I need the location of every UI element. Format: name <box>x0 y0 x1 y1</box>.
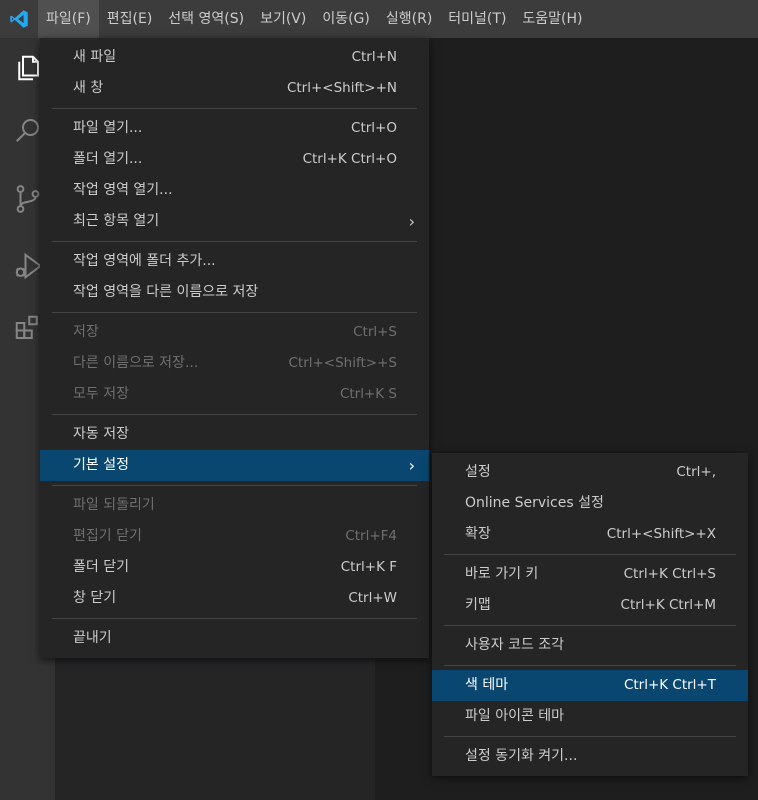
menu-item-save-workspace-as[interactable]: 작업 영역을 다른 이름으로 저장 <box>40 277 429 308</box>
menu-item-label: 최근 항목 열기 <box>73 213 160 229</box>
menu-item-label: 파일 열기... <box>73 120 143 136</box>
menu-item-label: 설정 동기화 켜기... <box>465 748 578 764</box>
menu-item-label: 바로 가기 키 <box>465 566 539 582</box>
menu-item-keymaps[interactable]: 키맵 Ctrl+K Ctrl+M <box>432 590 748 621</box>
menu-separator <box>52 618 417 619</box>
menu-bar: 파일(F) 편집(E) 선택 영역(S) 보기(V) 이동(G) 실행(R) 터… <box>38 0 591 38</box>
shortcut-label: Ctrl+<Shift>+N <box>286 80 397 96</box>
shortcut-label: Ctrl+F4 <box>345 528 397 544</box>
shortcut-label: Ctrl+O <box>351 120 397 136</box>
menu-separator <box>52 108 417 109</box>
menu-separator <box>444 625 736 626</box>
menu-item-close-window[interactable]: 창 닫기 Ctrl+W <box>40 583 429 614</box>
menu-item-open-file[interactable]: 파일 열기... Ctrl+O <box>40 113 429 144</box>
shortcut-label: Ctrl+K Ctrl+S <box>623 566 716 582</box>
menu-item-label: 폴더 닫기 <box>73 559 129 575</box>
menu-item-label: 작업 영역 열기... <box>73 182 173 198</box>
menu-item-label: 파일 아이콘 테마 <box>465 708 565 724</box>
shortcut-label: Ctrl+, <box>676 464 716 480</box>
shortcut-label: Ctrl+K S <box>339 386 397 402</box>
preferences-submenu: 설정 Ctrl+, Online Services 설정 확장 Ctrl+<Sh… <box>432 453 748 776</box>
menu-separator <box>444 554 736 555</box>
menu-item-label: 파일 되돌리기 <box>73 497 155 513</box>
menu-item-exit[interactable]: 끝내기 <box>40 623 429 654</box>
menu-item-user-snippets[interactable]: 사용자 코드 조각 <box>432 630 748 661</box>
menu-separator <box>52 485 417 486</box>
menu-item-extensions[interactable]: 확장 Ctrl+<Shift>+X <box>432 519 748 550</box>
menu-item-preferences[interactable]: 기본 설정 › <box>40 450 429 481</box>
menu-item-label: 모두 저장 <box>73 386 129 402</box>
menu-edit[interactable]: 편집(E) <box>99 0 161 38</box>
menu-item-label: 새 창 <box>73 80 104 96</box>
menu-item-label: 새 파일 <box>73 49 117 65</box>
menu-item-file-icon-theme[interactable]: 파일 아이콘 테마 <box>432 701 748 732</box>
shortcut-label: Ctrl+S <box>353 324 397 340</box>
title-bar: 파일(F) 편집(E) 선택 영역(S) 보기(V) 이동(G) 실행(R) 터… <box>0 0 758 38</box>
menu-terminal[interactable]: 터미널(T) <box>440 0 514 38</box>
menu-item-auto-save[interactable]: 자동 저장 <box>40 419 429 450</box>
menu-item-label: 창 닫기 <box>73 590 117 606</box>
menu-item-label: 키맵 <box>465 597 491 613</box>
menu-item-label: 작업 영역에 폴더 추가... <box>73 253 216 269</box>
menu-item-label: 저장 <box>73 324 99 340</box>
menu-item-settings-sync[interactable]: 설정 동기화 켜기... <box>432 741 748 772</box>
shortcut-label: Ctrl+K Ctrl+O <box>302 151 397 167</box>
shortcut-label: Ctrl+W <box>348 590 397 606</box>
menu-view[interactable]: 보기(V) <box>252 0 314 38</box>
menu-selection[interactable]: 선택 영역(S) <box>160 0 252 38</box>
menu-item-settings[interactable]: 설정 Ctrl+, <box>432 457 748 488</box>
menu-go[interactable]: 이동(G) <box>314 0 378 38</box>
menu-item-revert-file: 파일 되돌리기 <box>40 490 429 521</box>
menu-item-close-folder[interactable]: 폴더 닫기 Ctrl+K F <box>40 552 429 583</box>
file-menu: 새 파일 Ctrl+N 새 창 Ctrl+<Shift>+N 파일 열기... … <box>40 38 429 658</box>
menu-item-label: 기본 설정 <box>73 457 129 473</box>
menu-item-close-editor: 편집기 닫기 Ctrl+F4 <box>40 521 429 552</box>
menu-item-new-window[interactable]: 새 창 Ctrl+<Shift>+N <box>40 73 429 104</box>
menu-item-new-file[interactable]: 새 파일 Ctrl+N <box>40 42 429 73</box>
menu-item-label: 설정 <box>465 464 491 480</box>
menu-item-save: 저장 Ctrl+S <box>40 317 429 348</box>
menu-file[interactable]: 파일(F) <box>38 0 99 38</box>
menu-item-label: 끝내기 <box>73 630 112 646</box>
menu-help[interactable]: 도움말(H) <box>514 0 590 38</box>
menu-separator <box>52 414 417 415</box>
shortcut-label: Ctrl+K Ctrl+M <box>620 597 716 613</box>
menu-item-label: 편집기 닫기 <box>73 528 142 544</box>
menu-item-keyboard-shortcuts[interactable]: 바로 가기 키 Ctrl+K Ctrl+S <box>432 559 748 590</box>
menu-separator <box>52 312 417 313</box>
menu-item-open-workspace[interactable]: 작업 영역 열기... <box>40 175 429 206</box>
chevron-right-icon: › <box>408 212 415 231</box>
menu-separator <box>52 241 417 242</box>
shortcut-label: Ctrl+K F <box>340 559 397 575</box>
menu-item-save-as: 다른 이름으로 저장... Ctrl+<Shift>+S <box>40 348 429 379</box>
menu-item-color-theme[interactable]: 색 테마 Ctrl+K Ctrl+T <box>432 670 748 701</box>
menu-item-label: 확장 <box>465 526 491 542</box>
chevron-right-icon: › <box>408 456 415 475</box>
shortcut-label: Ctrl+<Shift>+X <box>606 526 716 542</box>
menu-item-label: 자동 저장 <box>73 426 129 442</box>
menu-item-label: Online Services 설정 <box>465 495 604 511</box>
menu-item-label: 사용자 코드 조각 <box>465 637 565 653</box>
menu-item-add-folder-to-workspace[interactable]: 작업 영역에 폴더 추가... <box>40 246 429 277</box>
menu-run[interactable]: 실행(R) <box>378 0 440 38</box>
menu-item-open-recent[interactable]: 최근 항목 열기 › <box>40 206 429 237</box>
menu-item-label: 작업 영역을 다른 이름으로 저장 <box>73 284 259 300</box>
shortcut-label: Ctrl+N <box>351 49 397 65</box>
menu-item-label: 색 테마 <box>465 677 509 693</box>
shortcut-label: Ctrl+<Shift>+S <box>288 355 397 371</box>
menu-item-open-folder[interactable]: 폴더 열기... Ctrl+K Ctrl+O <box>40 144 429 175</box>
vscode-logo-icon <box>0 0 38 38</box>
menu-separator <box>444 665 736 666</box>
menu-item-save-all: 모두 저장 Ctrl+K S <box>40 379 429 410</box>
shortcut-label: Ctrl+K Ctrl+T <box>623 677 716 693</box>
menu-separator <box>444 736 736 737</box>
menu-item-label: 폴더 열기... <box>73 151 143 167</box>
menu-item-online-services-settings[interactable]: Online Services 설정 <box>432 488 748 519</box>
menu-item-label: 다른 이름으로 저장... <box>73 355 199 371</box>
